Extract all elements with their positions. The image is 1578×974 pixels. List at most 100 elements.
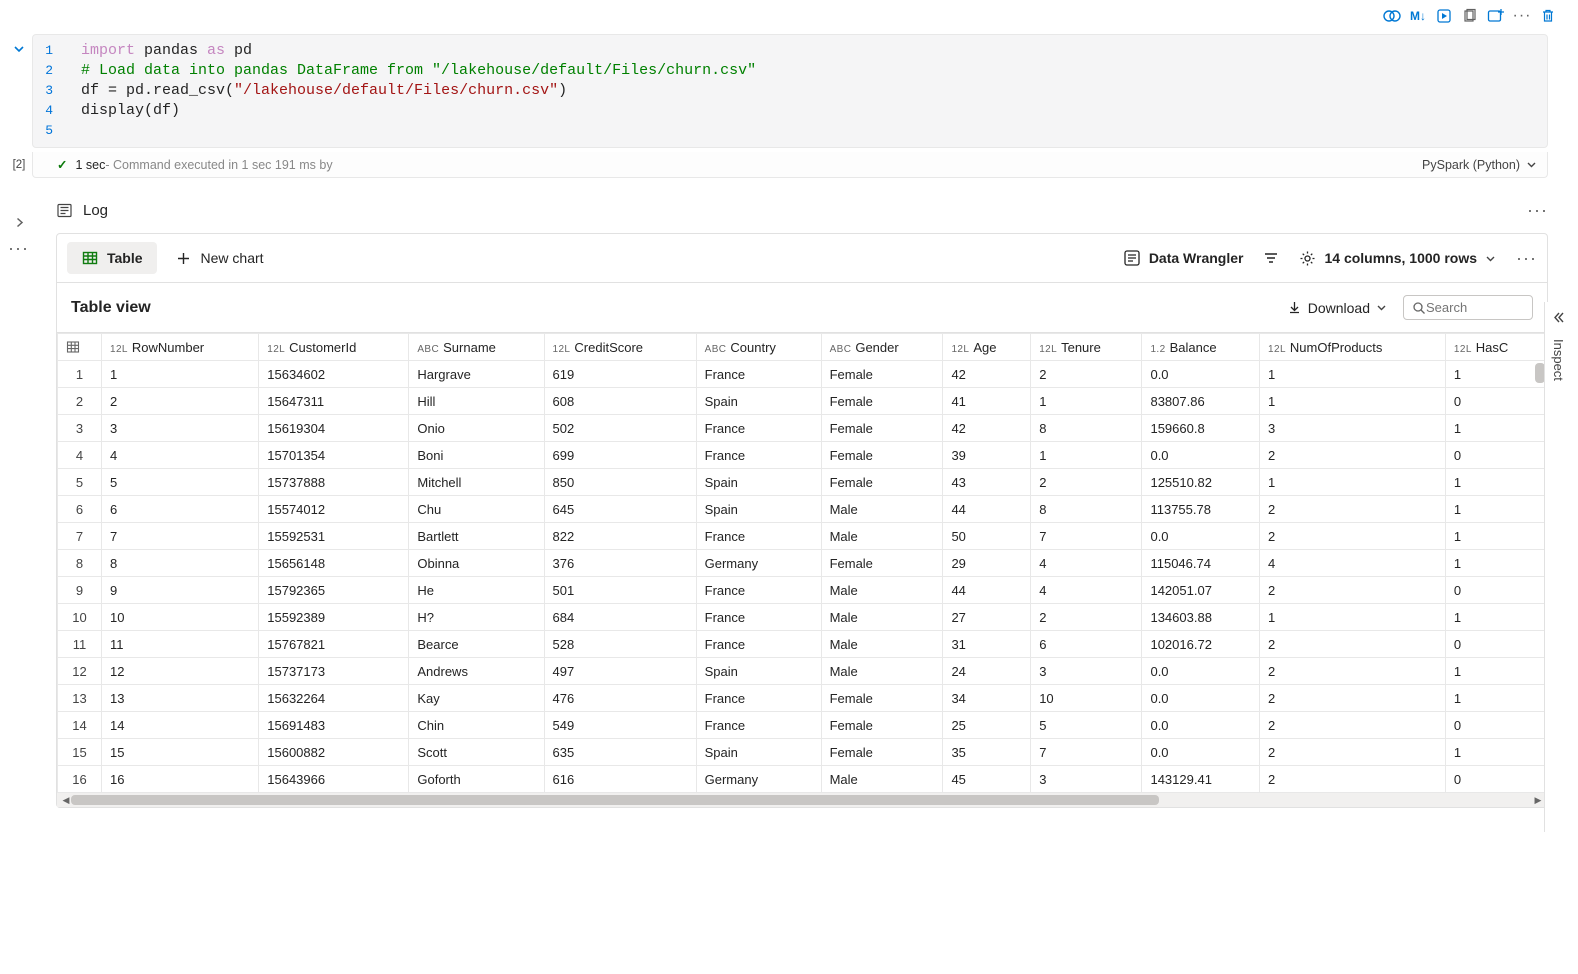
column-header[interactable]: ABCGender bbox=[821, 334, 943, 361]
data-cell[interactable]: 35 bbox=[943, 739, 1031, 766]
row-number-cell[interactable]: 15 bbox=[58, 739, 102, 766]
data-cell[interactable]: 15767821 bbox=[259, 631, 409, 658]
column-header[interactable]: 12LCustomerId bbox=[259, 334, 409, 361]
data-cell[interactable]: 15 bbox=[102, 739, 259, 766]
data-cell[interactable]: 5 bbox=[102, 469, 259, 496]
download-button[interactable]: Download bbox=[1287, 300, 1387, 316]
data-cell[interactable]: France bbox=[696, 577, 821, 604]
data-cell[interactable]: Chu bbox=[409, 496, 544, 523]
row-number-cell[interactable]: 11 bbox=[58, 631, 102, 658]
data-cell[interactable]: 2 bbox=[1260, 739, 1446, 766]
data-cell[interactable]: 41 bbox=[943, 388, 1031, 415]
data-cell[interactable]: 2 bbox=[1260, 766, 1446, 793]
data-cell[interactable]: 1 bbox=[1031, 388, 1142, 415]
data-cell[interactable]: 1 bbox=[1445, 658, 1546, 685]
data-cell[interactable]: Male bbox=[821, 631, 943, 658]
data-cell[interactable]: France bbox=[696, 361, 821, 388]
data-cell[interactable]: 15737173 bbox=[259, 658, 409, 685]
data-cell[interactable]: 1 bbox=[1445, 685, 1546, 712]
data-cell[interactable]: 699 bbox=[544, 442, 696, 469]
data-cell[interactable]: 9 bbox=[102, 577, 259, 604]
data-cell[interactable]: 1 bbox=[1445, 550, 1546, 577]
data-cell[interactable]: France bbox=[696, 442, 821, 469]
data-cell[interactable]: 12 bbox=[102, 658, 259, 685]
column-header[interactable]: 12LNumOfProducts bbox=[1260, 334, 1446, 361]
log-more-icon[interactable]: ··· bbox=[1527, 200, 1548, 221]
data-cell[interactable]: Spain bbox=[696, 469, 821, 496]
data-cell[interactable]: 15592531 bbox=[259, 523, 409, 550]
row-number-cell[interactable]: 10 bbox=[58, 604, 102, 631]
data-cell[interactable]: 684 bbox=[544, 604, 696, 631]
table-row[interactable]: 5515737888Mitchell850SpainFemale43212551… bbox=[58, 469, 1547, 496]
data-cell[interactable]: Spain bbox=[696, 658, 821, 685]
data-cell[interactable]: 14 bbox=[102, 712, 259, 739]
data-cell[interactable]: 2 bbox=[1260, 442, 1446, 469]
scroll-right-arrow[interactable]: ▶ bbox=[1531, 795, 1545, 806]
data-cell[interactable]: 115046.74 bbox=[1142, 550, 1260, 577]
column-header[interactable]: 12LRowNumber bbox=[102, 334, 259, 361]
data-cell[interactable]: 25 bbox=[943, 712, 1031, 739]
data-cell[interactable]: 1 bbox=[102, 361, 259, 388]
data-cell[interactable]: 0.0 bbox=[1142, 739, 1260, 766]
output-collapse-icon[interactable] bbox=[13, 216, 26, 229]
data-cell[interactable]: Female bbox=[821, 442, 943, 469]
row-number-cell[interactable]: 13 bbox=[58, 685, 102, 712]
copy-cell-icon[interactable] bbox=[1458, 4, 1482, 28]
data-cell[interactable]: 45 bbox=[943, 766, 1031, 793]
data-cell[interactable]: 31 bbox=[943, 631, 1031, 658]
data-cell[interactable]: 0 bbox=[1445, 388, 1546, 415]
run-selection-icon[interactable] bbox=[1432, 4, 1456, 28]
table-row[interactable]: 4415701354Boni699FranceFemale3910.020 bbox=[58, 442, 1547, 469]
column-header[interactable]: 12LTenure bbox=[1031, 334, 1142, 361]
column-header[interactable]: ABCSurname bbox=[409, 334, 544, 361]
data-cell[interactable]: Germany bbox=[696, 550, 821, 577]
data-cell[interactable]: 2 bbox=[1031, 361, 1142, 388]
columns-rows-button[interactable]: 14 columns, 1000 rows bbox=[1299, 250, 1496, 267]
data-cell[interactable]: 142051.07 bbox=[1142, 577, 1260, 604]
data-cell[interactable]: 15600882 bbox=[259, 739, 409, 766]
data-cell[interactable]: Germany bbox=[696, 766, 821, 793]
data-cell[interactable]: 7 bbox=[1031, 739, 1142, 766]
table-row[interactable]: 1115634602Hargrave619FranceFemale4220.01… bbox=[58, 361, 1547, 388]
data-cell[interactable]: 15701354 bbox=[259, 442, 409, 469]
column-header[interactable]: ABCCountry bbox=[696, 334, 821, 361]
data-cell[interactable]: 2 bbox=[1031, 469, 1142, 496]
data-cell[interactable]: Male bbox=[821, 604, 943, 631]
data-cell[interactable]: Male bbox=[821, 658, 943, 685]
data-cell[interactable]: 0 bbox=[1445, 766, 1546, 793]
notebook-more-icon[interactable]: ··· bbox=[8, 238, 29, 259]
data-cell[interactable]: 502 bbox=[544, 415, 696, 442]
data-cell[interactable]: 134603.88 bbox=[1142, 604, 1260, 631]
column-header[interactable]: 12LHasC bbox=[1445, 334, 1546, 361]
data-cell[interactable]: France bbox=[696, 712, 821, 739]
data-cell[interactable]: 1 bbox=[1445, 361, 1546, 388]
data-cell[interactable]: 528 bbox=[544, 631, 696, 658]
table-row[interactable]: 8815656148Obinna376GermanyFemale29411504… bbox=[58, 550, 1547, 577]
data-cell[interactable]: 616 bbox=[544, 766, 696, 793]
data-cell[interactable]: 15592389 bbox=[259, 604, 409, 631]
result-more-icon[interactable]: ··· bbox=[1516, 248, 1537, 269]
data-cell[interactable]: 0.0 bbox=[1142, 361, 1260, 388]
cell-more-icon[interactable]: ··· bbox=[1510, 4, 1534, 28]
data-cell[interactable]: 1 bbox=[1031, 442, 1142, 469]
data-cell[interactable]: Spain bbox=[696, 496, 821, 523]
data-cell[interactable]: 7 bbox=[102, 523, 259, 550]
data-cell[interactable]: 6 bbox=[102, 496, 259, 523]
data-cell[interactable]: Hill bbox=[409, 388, 544, 415]
data-cell[interactable]: 39 bbox=[943, 442, 1031, 469]
corner-cell[interactable] bbox=[58, 334, 102, 361]
data-cell[interactable]: 0.0 bbox=[1142, 712, 1260, 739]
data-cell[interactable]: 549 bbox=[544, 712, 696, 739]
chevron-down-icon[interactable] bbox=[12, 42, 26, 56]
data-cell[interactable]: France bbox=[696, 523, 821, 550]
table-row[interactable]: 141415691483Chin549FranceFemale2550.020 bbox=[58, 712, 1547, 739]
data-cell[interactable]: 15656148 bbox=[259, 550, 409, 577]
data-cell[interactable]: Spain bbox=[696, 388, 821, 415]
data-cell[interactable]: 1 bbox=[1445, 739, 1546, 766]
data-cell[interactable]: 1 bbox=[1260, 469, 1446, 496]
data-cell[interactable]: 102016.72 bbox=[1142, 631, 1260, 658]
data-cell[interactable]: 0.0 bbox=[1142, 442, 1260, 469]
data-cell[interactable]: 15634602 bbox=[259, 361, 409, 388]
data-cell[interactable]: 15792365 bbox=[259, 577, 409, 604]
data-cell[interactable]: Female bbox=[821, 361, 943, 388]
